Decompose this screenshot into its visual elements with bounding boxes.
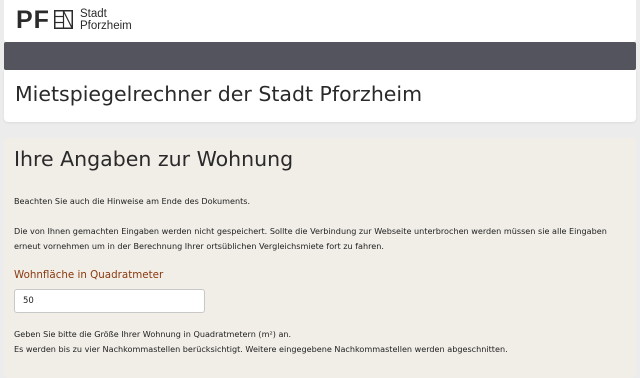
page-title: Mietspiegelrechner der Stadt Pforzheim	[15, 82, 423, 106]
navigation-bar	[4, 42, 636, 70]
living-area-help: Geben Sie bitte die Größe Ihrer Wohnung …	[14, 327, 626, 357]
living-area-input[interactable]	[14, 289, 205, 313]
logo-city-name: Stadt Pforzheim	[79, 8, 132, 32]
form-heading: Ihre Angaben zur Wohnung	[14, 147, 294, 171]
city-logo[interactable]: PF Stadt Pforzheim	[16, 8, 132, 33]
apartment-details-form: Ihre Angaben zur Wohnung Beachten Sie au…	[4, 138, 636, 378]
logo-pf-text: PF	[16, 6, 50, 34]
page-title-panel: Mietspiegelrechner der Stadt Pforzheim	[4, 70, 636, 122]
site-header: PF Stadt Pforzheim	[4, 0, 636, 42]
storage-notice: Die von Ihnen gemachten Eingaben werden …	[14, 226, 607, 251]
logo-city-line2: Pforzheim	[79, 19, 132, 32]
hint-note: Beachten Sie auch die Hinweise am Ende d…	[14, 196, 251, 206]
living-area-help-line1: Geben Sie bitte die Größe Ihrer Wohnung …	[14, 329, 292, 339]
logo-city-line1: Stadt	[79, 8, 107, 20]
living-area-help-line2: Es werden bis zu vier Nachkommastellen b…	[14, 344, 508, 354]
logo-emblem-icon	[53, 9, 73, 33]
living-area-label: Wohnfläche in Quadratmeter	[14, 269, 164, 281]
